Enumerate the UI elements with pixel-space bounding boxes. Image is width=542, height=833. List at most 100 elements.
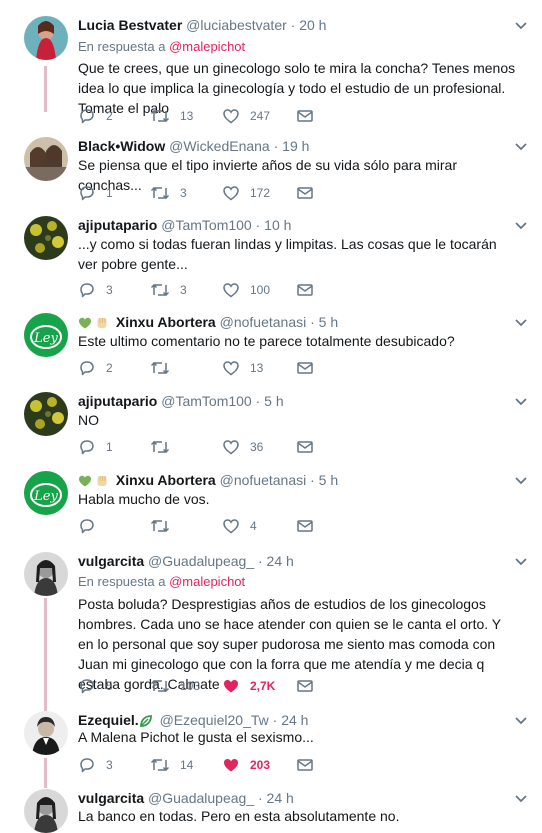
- timestamp[interactable]: · 20 h: [291, 17, 327, 33]
- display-name[interactable]: ajiputapario: [78, 393, 157, 409]
- avatar[interactable]: [24, 137, 68, 181]
- retweet-button[interactable]: 3: [150, 280, 187, 300]
- message-icon: [297, 520, 313, 532]
- tweet[interactable]: Black•Widow @WickedEnana · 19 h Se piens…: [0, 137, 542, 211]
- direct-message-button[interactable]: [296, 437, 314, 457]
- avatar[interactable]: [24, 392, 68, 436]
- tweet[interactable]: Ezequiel. @Ezequiel20_Tw · 24 h A Malena…: [0, 711, 542, 777]
- tweet[interactable]: Ley Xinxu Abortera @nofuetanasi · 5 h Es…: [0, 313, 542, 379]
- like-button[interactable]: 172: [222, 183, 270, 203]
- like-button[interactable]: 36: [222, 437, 263, 457]
- display-name[interactable]: Lucia Bestvater: [78, 17, 182, 33]
- timestamp[interactable]: · 5 h: [310, 472, 338, 488]
- tweet-text: Este ultimo comentario no te parece tota…: [78, 333, 455, 349]
- tweet[interactable]: Lucia Bestvater @luciabestvater · 20 h E…: [0, 16, 542, 134]
- reply-button[interactable]: 5: [78, 676, 113, 696]
- reply-icon: [80, 283, 94, 298]
- reply-button[interactable]: 3: [78, 280, 113, 300]
- display-name[interactable]: vulgarcita: [78, 553, 144, 569]
- tweet-header: vulgarcita @Guadalupeag_ · 24 h: [78, 789, 294, 807]
- retweet-button[interactable]: 14: [150, 755, 193, 775]
- tweet[interactable]: vulgarcita @Guadalupeag_ · 24 h En respu…: [0, 552, 542, 698]
- retweet-button[interactable]: 103: [150, 676, 200, 696]
- user-handle[interactable]: @TamTom100: [161, 217, 251, 233]
- reply-icon: [80, 361, 94, 376]
- display-name[interactable]: Black•Widow: [78, 138, 165, 154]
- retweet-button[interactable]: [150, 437, 180, 457]
- retweet-button[interactable]: [150, 358, 180, 378]
- avatar[interactable]: Ley: [24, 313, 68, 357]
- display-name[interactable]: ajiputapario: [78, 217, 157, 233]
- user-handle[interactable]: @TamTom100: [161, 393, 251, 409]
- like-button[interactable]: 13: [222, 358, 263, 378]
- like-button[interactable]: 247: [222, 106, 270, 126]
- chevron-down-icon[interactable]: [514, 554, 528, 572]
- svg-text:Ley: Ley: [33, 489, 58, 504]
- avatar[interactable]: [24, 789, 68, 833]
- retweet-count: 3: [180, 283, 187, 297]
- timestamp[interactable]: · 24 h: [258, 553, 294, 569]
- like-button[interactable]: 100: [222, 280, 270, 300]
- direct-message-button[interactable]: [296, 516, 314, 536]
- timestamp[interactable]: · 24 h: [273, 712, 309, 728]
- reply-button[interactable]: 3: [78, 755, 113, 775]
- svg-text:Ley: Ley: [33, 331, 58, 346]
- like-icon: [224, 680, 238, 693]
- avatar[interactable]: [24, 711, 68, 755]
- tweet[interactable]: ajiputapario @TamTom100 · 5 h NO 1 36: [0, 392, 542, 458]
- avatar[interactable]: [24, 552, 68, 596]
- timestamp[interactable]: · 5 h: [256, 393, 284, 409]
- timestamp[interactable]: · 19 h: [274, 138, 310, 154]
- message-icon: [297, 284, 313, 296]
- display-name[interactable]: vulgarcita: [78, 790, 144, 806]
- chevron-down-icon[interactable]: [514, 18, 528, 36]
- like-button[interactable]: 4: [222, 516, 257, 536]
- avatar[interactable]: [24, 16, 68, 60]
- direct-message-button[interactable]: [296, 183, 314, 203]
- reply-button[interactable]: 2: [78, 358, 113, 378]
- reply-button[interactable]: [78, 516, 106, 536]
- retweet-button[interactable]: 13: [150, 106, 193, 126]
- user-handle[interactable]: @luciabestvater: [186, 17, 287, 33]
- timestamp[interactable]: · 10 h: [256, 217, 292, 233]
- like-count: 247: [250, 109, 271, 123]
- user-handle[interactable]: @Ezequiel20_Tw: [160, 712, 269, 728]
- tweet[interactable]: Ley Xinxu Abortera @nofuetanasi · 5 h Ha…: [0, 471, 542, 537]
- reply-count: 3: [106, 283, 113, 297]
- user-handle[interactable]: @Guadalupeag_: [148, 553, 254, 569]
- like-icon: [223, 283, 239, 298]
- retweet-count: 13: [180, 109, 194, 123]
- direct-message-button[interactable]: [296, 358, 314, 378]
- display-name[interactable]: Xinxu Abortera: [116, 314, 216, 330]
- reply-icon: [80, 758, 94, 773]
- display-name[interactable]: Xinxu Abortera: [116, 472, 216, 488]
- like-button[interactable]: 2,7K: [222, 676, 275, 696]
- reply-button[interactable]: 2: [78, 106, 113, 126]
- reply-mention-link[interactable]: @malepichot: [169, 39, 245, 54]
- avatar[interactable]: [24, 216, 68, 260]
- user-handle[interactable]: @nofuetanasi: [220, 314, 307, 330]
- tweet-text: NO: [78, 412, 99, 428]
- direct-message-button[interactable]: [296, 676, 314, 696]
- timestamp[interactable]: · 24 h: [258, 790, 294, 806]
- user-handle[interactable]: @Guadalupeag_: [148, 790, 254, 806]
- direct-message-button[interactable]: [296, 280, 314, 300]
- like-button[interactable]: 203: [222, 755, 270, 775]
- avatar[interactable]: Ley: [24, 471, 68, 515]
- retweet-button[interactable]: 3: [150, 183, 187, 203]
- tweet[interactable]: ajiputapario @TamTom100 · 10 h ...y como…: [0, 216, 542, 300]
- user-handle[interactable]: @WickedEnana: [169, 138, 270, 154]
- reply-mention-link[interactable]: @malepichot: [169, 574, 245, 589]
- tweet[interactable]: vulgarcita @Guadalupeag_ · 24 h La banco…: [0, 789, 542, 833]
- reply-button[interactable]: 1: [78, 437, 113, 457]
- direct-message-button[interactable]: [296, 106, 314, 126]
- timestamp[interactable]: · 5 h: [310, 314, 338, 330]
- user-handle[interactable]: @nofuetanasi: [220, 472, 307, 488]
- retweet-icon: [150, 758, 170, 772]
- like-count: 4: [250, 519, 257, 533]
- retweet-button[interactable]: [150, 516, 180, 536]
- message-icon: [297, 759, 313, 771]
- display-name[interactable]: Ezequiel.: [78, 712, 139, 728]
- reply-button[interactable]: 1: [78, 183, 113, 203]
- direct-message-button[interactable]: [296, 755, 314, 775]
